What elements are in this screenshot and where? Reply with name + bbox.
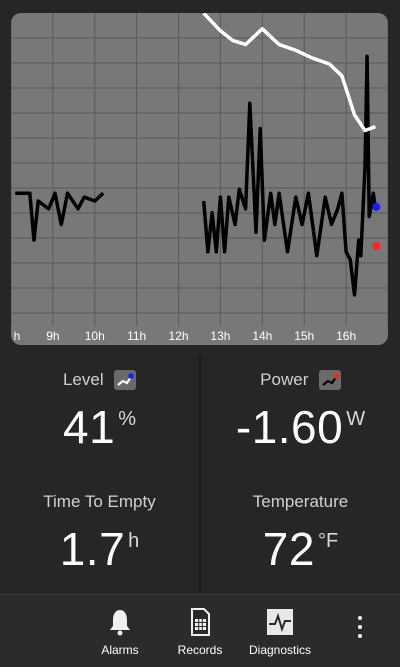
- overflow-dot: [358, 634, 362, 638]
- temperature-stat[interactable]: Temperature 72 °F: [201, 492, 400, 576]
- power-marker: [372, 241, 381, 250]
- overflow-menu-button[interactable]: [344, 611, 376, 651]
- time-to-empty-unit: h: [128, 530, 140, 552]
- document-table-icon: [191, 608, 210, 636]
- power-series-line: [201, 54, 378, 297]
- power-series-line: [15, 191, 105, 242]
- action-bar: Alarms Records Diagnostics: [0, 594, 400, 667]
- x-tick-label: h: [14, 329, 21, 343]
- level-label: Level: [62, 370, 104, 389]
- time-to-empty-label: Time To Empty: [43, 492, 156, 511]
- diagnostics-button[interactable]: Diagnostics: [240, 595, 320, 667]
- x-tick-label: 12h: [169, 329, 189, 343]
- x-tick-label: 10h: [85, 329, 105, 343]
- chart-canvas: h 9h 10h 11h 12h 13h 14h 15h 16h: [11, 13, 388, 343]
- level-value: 41: [63, 401, 116, 453]
- power-stat[interactable]: Power -1.60 W: [201, 370, 400, 454]
- level-stat[interactable]: Level 41%: [0, 370, 199, 454]
- time-to-empty-stat[interactable]: Time To Empty 1.7 h: [0, 492, 199, 576]
- level-unit: %: [118, 408, 136, 430]
- level-chart-icon: [114, 370, 137, 390]
- x-tick-label: 15h: [294, 329, 314, 343]
- level-icon-dot: [128, 373, 134, 379]
- x-tick-label: 16h: [336, 329, 356, 343]
- alarms-button[interactable]: Alarms: [80, 595, 160, 667]
- x-tick-label: 14h: [252, 329, 272, 343]
- time-to-empty-value: 1.7: [59, 523, 126, 575]
- overflow-dot: [358, 616, 362, 620]
- temperature-label: Temperature: [252, 492, 349, 511]
- temperature-value: 72: [262, 523, 315, 575]
- battery-chart: h 9h 10h 11h 12h 13h 14h 15h 16h: [11, 13, 388, 345]
- alarms-label: Alarms: [101, 643, 139, 657]
- power-unit: W: [346, 408, 366, 430]
- x-tick-label: 13h: [210, 329, 230, 343]
- power-chart-icon: [318, 370, 341, 390]
- pulse-icon: [267, 609, 293, 635]
- overflow-dot: [358, 625, 362, 629]
- power-icon-dot: [333, 373, 339, 379]
- x-tick-label: 9h: [46, 329, 59, 343]
- bell-icon: [110, 610, 130, 636]
- diagnostics-label: Diagnostics: [248, 643, 312, 657]
- level-marker: [372, 202, 381, 211]
- power-value: -1.60: [235, 401, 344, 453]
- temperature-unit: °F: [317, 530, 339, 552]
- power-label: Power: [260, 370, 309, 389]
- records-label: Records: [177, 643, 223, 657]
- records-button[interactable]: Records: [160, 595, 240, 667]
- x-tick-label: 11h: [127, 329, 146, 343]
